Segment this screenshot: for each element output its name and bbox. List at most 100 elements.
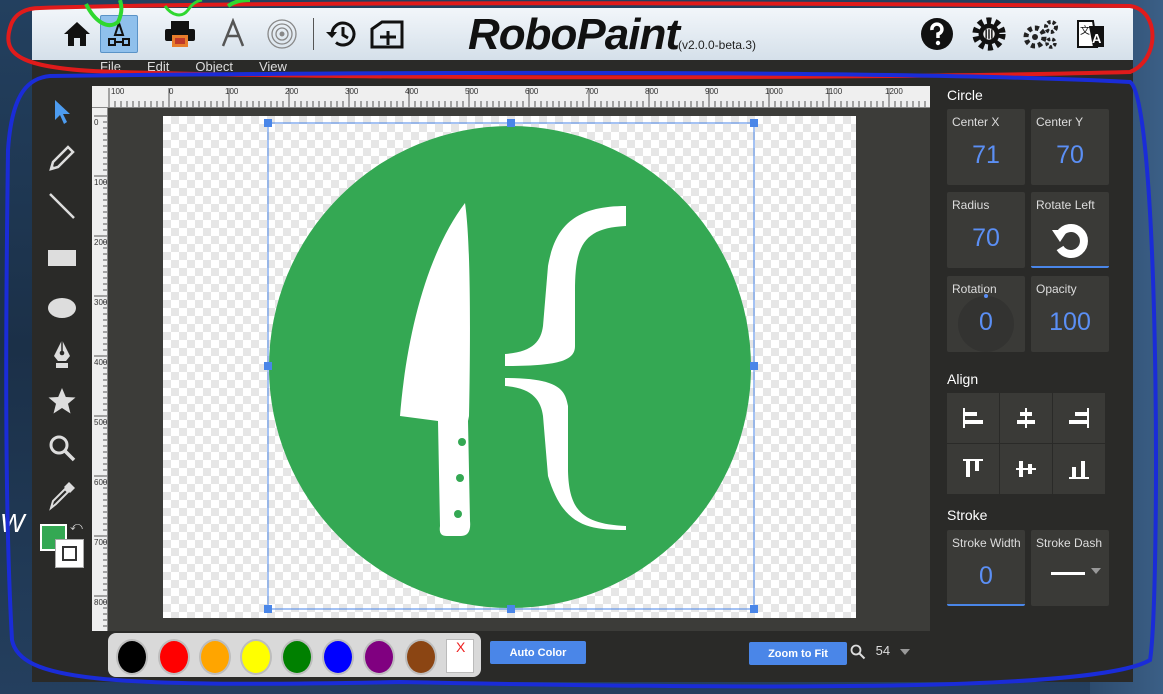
center-x-value[interactable]: 71 xyxy=(947,141,1025,170)
radius-field[interactable]: Radius 70 xyxy=(947,192,1025,268)
center-y-value[interactable]: 70 xyxy=(1031,141,1109,170)
eyedropper-icon xyxy=(49,482,75,511)
resize-handle[interactable] xyxy=(750,119,758,127)
tools-panel: ⤺ xyxy=(32,78,92,682)
app-version: (v2.0.0-beta.3) xyxy=(678,38,757,52)
stroke-width-value[interactable]: 0 xyxy=(947,562,1025,591)
rotation-value[interactable]: 0 xyxy=(947,308,1025,337)
align-middle-button[interactable] xyxy=(1000,444,1052,494)
ruler-top: 100 0 100 200 300 400 500 600 700 800 90… xyxy=(92,86,930,108)
swatch-red[interactable] xyxy=(158,639,190,675)
center-x-label: Center X xyxy=(952,115,1000,129)
resize-handle[interactable] xyxy=(264,119,272,127)
ruler-label: 200 xyxy=(94,238,108,247)
top-toolbar: RoboPaint (v2.0.0-beta.3) A文 xyxy=(32,8,1133,60)
ruler-label: 800 xyxy=(645,87,659,96)
center-y-field[interactable]: Center Y 70 xyxy=(1031,109,1109,185)
advanced-settings-button[interactable] xyxy=(1022,15,1060,53)
stroke-width-field[interactable]: Stroke Width 0 xyxy=(947,530,1025,606)
print-icon xyxy=(165,21,195,47)
swatch-purple[interactable] xyxy=(363,639,395,675)
print-button[interactable] xyxy=(161,15,199,53)
clear-color-label: X xyxy=(456,639,466,655)
align-center-button[interactable] xyxy=(1000,393,1052,443)
line-icon xyxy=(49,193,75,219)
radius-value[interactable]: 70 xyxy=(947,224,1025,253)
resize-handle[interactable] xyxy=(264,362,272,370)
rotation-field[interactable]: Rotation 0 xyxy=(947,276,1025,352)
knife-rivet xyxy=(458,438,466,446)
stroke-color-swatch[interactable] xyxy=(55,539,84,568)
zoom-tool[interactable] xyxy=(44,430,80,466)
ellipse-tool[interactable] xyxy=(44,290,80,326)
zoom-to-fit-button[interactable]: Zoom to Fit xyxy=(749,642,847,665)
swatch-yellow[interactable] xyxy=(240,639,272,675)
ruler-label: 800 xyxy=(94,598,108,607)
center-x-field[interactable]: Center X 71 xyxy=(947,109,1025,185)
star-tool[interactable] xyxy=(44,383,80,419)
align-right-button[interactable] xyxy=(1053,393,1105,443)
help-icon xyxy=(921,18,953,50)
opacity-field[interactable]: Opacity 100 xyxy=(1031,276,1109,352)
magnifier-icon xyxy=(49,435,76,462)
history-button[interactable] xyxy=(321,15,359,53)
circle-section-title: Circle xyxy=(947,87,983,103)
drawing-canvas[interactable] xyxy=(163,116,856,618)
properties-panel: Circle Center X 71 Center Y 70 Radius 70… xyxy=(930,78,1133,633)
spiral-button[interactable] xyxy=(263,15,301,53)
pen-tool[interactable] xyxy=(44,336,80,372)
home-button[interactable] xyxy=(58,15,96,53)
align-bottom-button[interactable] xyxy=(1053,444,1105,494)
ruler-label: 600 xyxy=(525,87,539,96)
app-logo: RoboPaint xyxy=(468,10,680,59)
menu-edit[interactable]: Edit xyxy=(147,60,169,78)
settings-button[interactable] xyxy=(970,15,1008,53)
stroke-dash-field[interactable]: Stroke Dash xyxy=(1031,530,1109,606)
resize-handle[interactable] xyxy=(507,119,515,127)
color-palette: X xyxy=(108,633,481,677)
resize-handle[interactable] xyxy=(750,362,758,370)
auto-color-button[interactable]: Auto Color xyxy=(490,641,586,664)
swatch-brown[interactable] xyxy=(405,639,437,675)
ruler-label: 0 xyxy=(169,87,174,96)
swatch-blue[interactable] xyxy=(322,639,354,675)
opacity-value[interactable]: 100 xyxy=(1031,308,1109,337)
chevron-down-icon[interactable] xyxy=(1091,568,1101,574)
align-left-button[interactable] xyxy=(947,393,999,443)
chevron-down-icon[interactable] xyxy=(899,649,910,655)
eyedropper-tool[interactable] xyxy=(44,478,80,514)
zoom-control[interactable]: 54 xyxy=(850,643,910,660)
spiral-icon xyxy=(267,19,297,49)
swap-colors-icon[interactable]: ⤺ xyxy=(70,519,83,534)
clear-color-button[interactable]: X xyxy=(446,639,474,673)
pencil-tool[interactable] xyxy=(44,140,80,176)
select-tool[interactable] xyxy=(44,94,80,130)
rectangle-tool[interactable] xyxy=(44,240,80,276)
swatch-orange[interactable] xyxy=(199,639,231,675)
line-tool[interactable] xyxy=(44,188,80,224)
swatch-green[interactable] xyxy=(281,639,313,675)
zoom-level[interactable]: 54 xyxy=(876,643,890,658)
ruler-label: 700 xyxy=(94,538,108,547)
import-button[interactable] xyxy=(368,15,406,53)
ruler-label: 100 xyxy=(225,87,239,96)
resize-handle[interactable] xyxy=(750,605,758,613)
draw-mode-button[interactable] xyxy=(100,15,138,53)
text-icon xyxy=(221,18,245,47)
resize-handle[interactable] xyxy=(507,605,515,613)
swatch-black[interactable] xyxy=(116,639,148,675)
ruler-label: 100 xyxy=(94,178,108,187)
text-button[interactable] xyxy=(214,15,252,53)
align-top-button[interactable] xyxy=(947,444,999,494)
menu-object[interactable]: Object xyxy=(195,60,233,78)
menu-view[interactable]: View xyxy=(259,60,287,78)
resize-handle[interactable] xyxy=(264,605,272,613)
history-icon xyxy=(326,21,356,47)
ruler-label: 100 xyxy=(111,87,125,96)
help-button[interactable] xyxy=(918,15,956,53)
rotate-left-button[interactable]: Rotate Left xyxy=(1031,192,1109,268)
stroke-section-title: Stroke xyxy=(947,507,988,523)
selected-circle[interactable] xyxy=(269,126,751,608)
language-button[interactable]: A文 xyxy=(1072,15,1110,53)
menu-file[interactable]: File xyxy=(100,60,121,78)
